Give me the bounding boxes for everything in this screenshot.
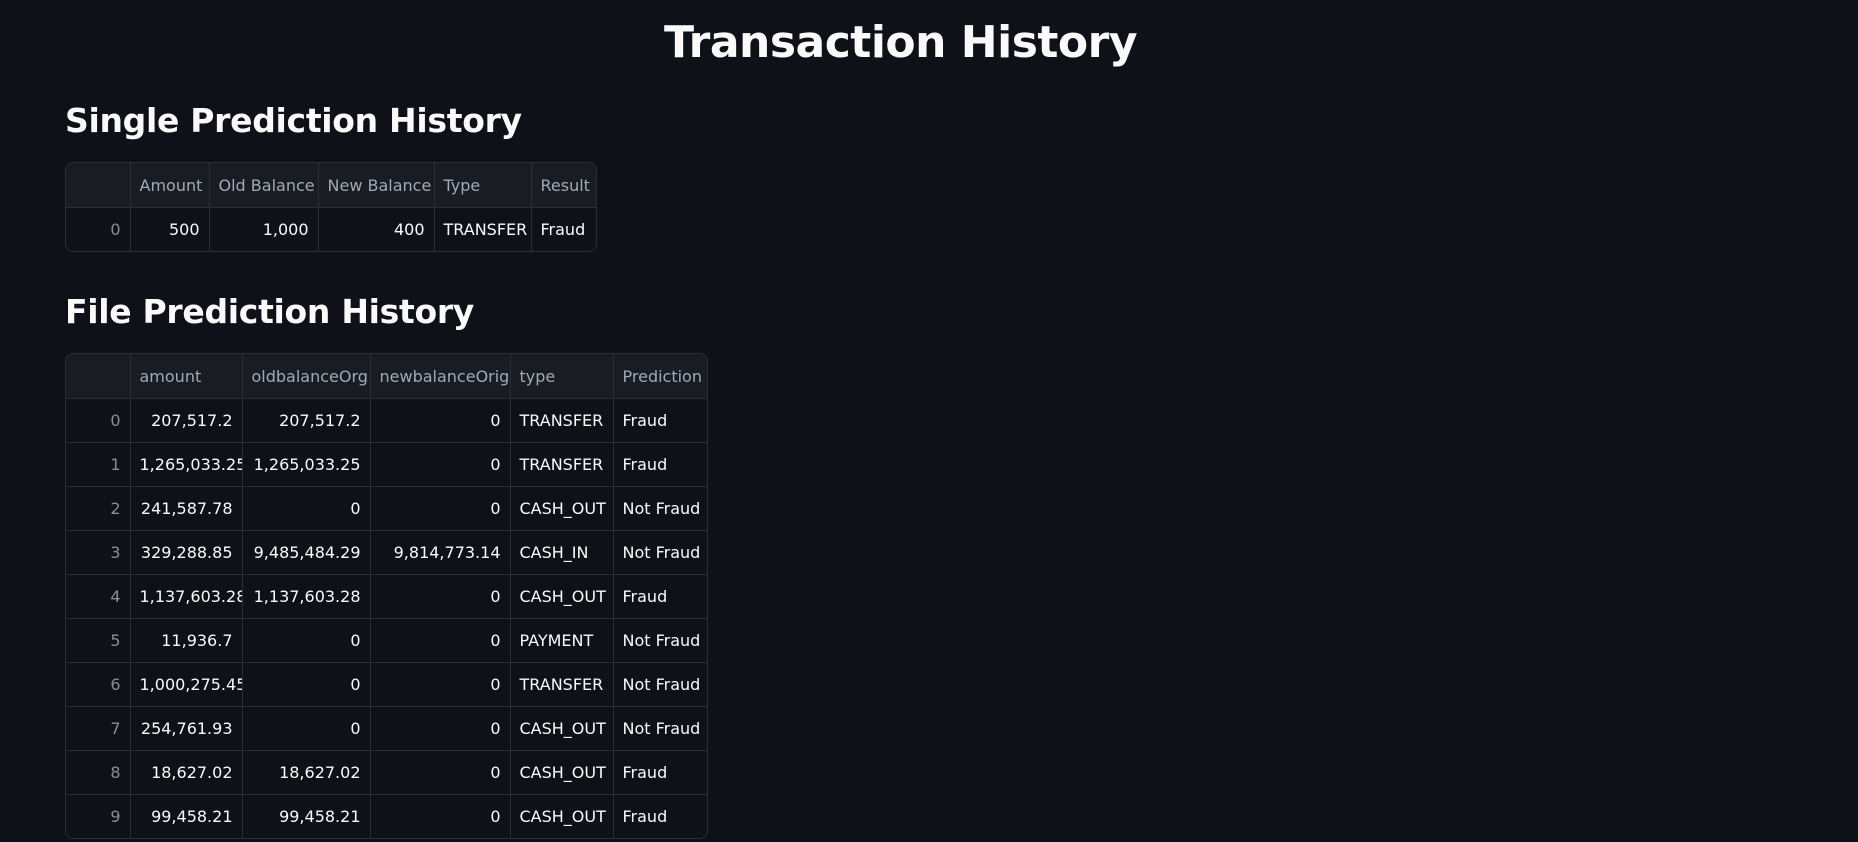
row-index[interactable]: 2: [66, 486, 131, 531]
cell-amount[interactable]: 254,761.93: [130, 706, 243, 751]
cell-amount[interactable]: 11,936.7: [130, 618, 243, 663]
cell-prediction[interactable]: Fraud: [613, 574, 707, 619]
row-index[interactable]: 8: [66, 750, 131, 795]
table-row: 0 207,517.2 207,517.2 0 TRANSFER Fraud: [66, 398, 707, 443]
cell-newbalanceorig[interactable]: 0: [370, 662, 511, 707]
cell-amount[interactable]: 1,137,603.28: [130, 574, 243, 619]
cell-prediction[interactable]: Not Fraud: [613, 486, 707, 531]
cell-prediction[interactable]: Not Fraud: [613, 662, 707, 707]
column-header-newbalanceorig[interactable]: newbalanceOrig: [370, 354, 511, 399]
cell-prediction[interactable]: Not Fraud: [613, 618, 707, 663]
cell-prediction[interactable]: Fraud: [613, 750, 707, 795]
cell-type[interactable]: CASH_OUT: [510, 706, 614, 751]
cell-amount[interactable]: 207,517.2: [130, 398, 243, 443]
table-row: 0 500 1,000 400 TRANSFER Fraud: [66, 207, 596, 252]
row-index[interactable]: 0: [66, 398, 131, 443]
table-header-row: Amount Old Balance New Balance Type Resu…: [66, 163, 596, 208]
table-row: 1 1,265,033.25 1,265,033.25 0 TRANSFER F…: [66, 442, 707, 487]
cell-prediction[interactable]: Fraud: [613, 398, 707, 443]
row-index[interactable]: 0: [66, 207, 131, 251]
table-row: 7 254,761.93 0 0 CASH_OUT Not Fraud: [66, 706, 707, 751]
cell-type[interactable]: CASH_OUT: [510, 486, 614, 531]
cell-newbalanceorig[interactable]: 9,814,773.14: [370, 530, 511, 575]
cell-oldbalanceorg[interactable]: 207,517.2: [242, 398, 371, 443]
cell-amount[interactable]: 329,288.85: [130, 530, 243, 575]
cell-oldbalanceorg[interactable]: 18,627.02: [242, 750, 371, 795]
cell-newbalanceorig[interactable]: 0: [370, 618, 511, 663]
cell-oldbalanceorg[interactable]: 1,265,033.25: [242, 442, 371, 487]
cell-type[interactable]: TRANSFER: [510, 662, 614, 707]
cell-prediction[interactable]: Fraud: [613, 442, 707, 487]
cell-newbalanceorig[interactable]: 0: [370, 398, 511, 443]
cell-newbalanceorig[interactable]: 0: [370, 750, 511, 795]
table-row: 9 99,458.21 99,458.21 0 CASH_OUT Fraud: [66, 794, 707, 839]
cell-oldbalanceorg[interactable]: 99,458.21: [242, 794, 371, 838]
cell-newbalanceorig[interactable]: 0: [370, 486, 511, 531]
column-header-amount[interactable]: amount: [130, 354, 243, 399]
cell-oldbalanceorg[interactable]: 1,137,603.28: [242, 574, 371, 619]
column-header-prediction[interactable]: Prediction: [613, 354, 707, 399]
row-index[interactable]: 4: [66, 574, 131, 619]
cell-prediction[interactable]: Not Fraud: [613, 706, 707, 751]
cell-new-balance[interactable]: 400: [318, 207, 435, 251]
cell-type[interactable]: CASH_OUT: [510, 574, 614, 619]
cell-prediction[interactable]: Not Fraud: [613, 530, 707, 575]
cell-type[interactable]: TRANSFER: [510, 442, 614, 487]
column-header-result[interactable]: Result: [531, 163, 596, 208]
column-header-type[interactable]: Type: [434, 163, 532, 208]
row-index[interactable]: 6: [66, 662, 131, 707]
cell-amount[interactable]: 241,587.78: [130, 486, 243, 531]
row-index[interactable]: 9: [66, 794, 131, 838]
row-index[interactable]: 5: [66, 618, 131, 663]
cell-newbalanceorig[interactable]: 0: [370, 574, 511, 619]
cell-newbalanceorig[interactable]: 0: [370, 706, 511, 751]
column-header-index[interactable]: [66, 354, 131, 399]
cell-oldbalanceorg[interactable]: 9,485,484.29: [242, 530, 371, 575]
table-header-row: amount oldbalanceOrg newbalanceOrig type…: [66, 354, 707, 399]
cell-amount[interactable]: 500: [130, 207, 210, 251]
cell-newbalanceorig[interactable]: 0: [370, 442, 511, 487]
cell-old-balance[interactable]: 1,000: [209, 207, 319, 251]
table-row: 4 1,137,603.28 1,137,603.28 0 CASH_OUT F…: [66, 574, 707, 619]
column-header-new-balance[interactable]: New Balance: [318, 163, 435, 208]
page-title: Transaction History: [663, 17, 1138, 68]
column-header-index[interactable]: [66, 163, 131, 208]
cell-type[interactable]: CASH_IN: [510, 530, 614, 575]
cell-prediction[interactable]: Fraud: [613, 795, 707, 839]
row-index[interactable]: 3: [66, 530, 131, 575]
cell-type[interactable]: PAYMENT: [510, 618, 614, 663]
cell-amount[interactable]: 1,265,033.25: [130, 442, 243, 487]
cell-amount[interactable]: 99,458.21: [130, 794, 243, 838]
column-header-oldbalanceorg[interactable]: oldbalanceOrg: [242, 354, 371, 399]
column-header-amount[interactable]: Amount: [130, 163, 210, 208]
cell-oldbalanceorg[interactable]: 0: [242, 618, 371, 663]
file-prediction-table[interactable]: amount oldbalanceOrg newbalanceOrig type…: [65, 353, 708, 839]
cell-type[interactable]: CASH_OUT: [510, 750, 614, 795]
row-index[interactable]: 1: [66, 442, 131, 487]
column-header-old-balance[interactable]: Old Balance: [209, 163, 319, 208]
table-row: 2 241,587.78 0 0 CASH_OUT Not Fraud: [66, 486, 707, 531]
row-index[interactable]: 7: [66, 706, 131, 751]
table-row: 8 18,627.02 18,627.02 0 CASH_OUT Fraud: [66, 750, 707, 795]
single-prediction-title: Single Prediction History: [65, 101, 522, 140]
file-prediction-title: File Prediction History: [65, 292, 475, 331]
cell-oldbalanceorg[interactable]: 0: [242, 486, 371, 531]
column-header-type[interactable]: type: [510, 354, 614, 399]
table-row: 6 1,000,275.45 0 0 TRANSFER Not Fraud: [66, 662, 707, 707]
table-row: 3 329,288.85 9,485,484.29 9,814,773.14 C…: [66, 530, 707, 575]
cell-type[interactable]: CASH_OUT: [510, 794, 614, 838]
cell-oldbalanceorg[interactable]: 0: [242, 662, 371, 707]
cell-newbalanceorig[interactable]: 0: [370, 794, 511, 838]
cell-type[interactable]: TRANSFER: [510, 398, 614, 443]
single-prediction-table[interactable]: Amount Old Balance New Balance Type Resu…: [65, 162, 597, 252]
cell-amount[interactable]: 18,627.02: [130, 750, 243, 795]
cell-type[interactable]: TRANSFER: [434, 207, 532, 251]
table-row: 5 11,936.7 0 0 PAYMENT Not Fraud: [66, 618, 707, 663]
cell-amount[interactable]: 1,000,275.45: [130, 662, 243, 707]
cell-result[interactable]: Fraud: [531, 208, 596, 252]
cell-oldbalanceorg[interactable]: 0: [242, 706, 371, 751]
